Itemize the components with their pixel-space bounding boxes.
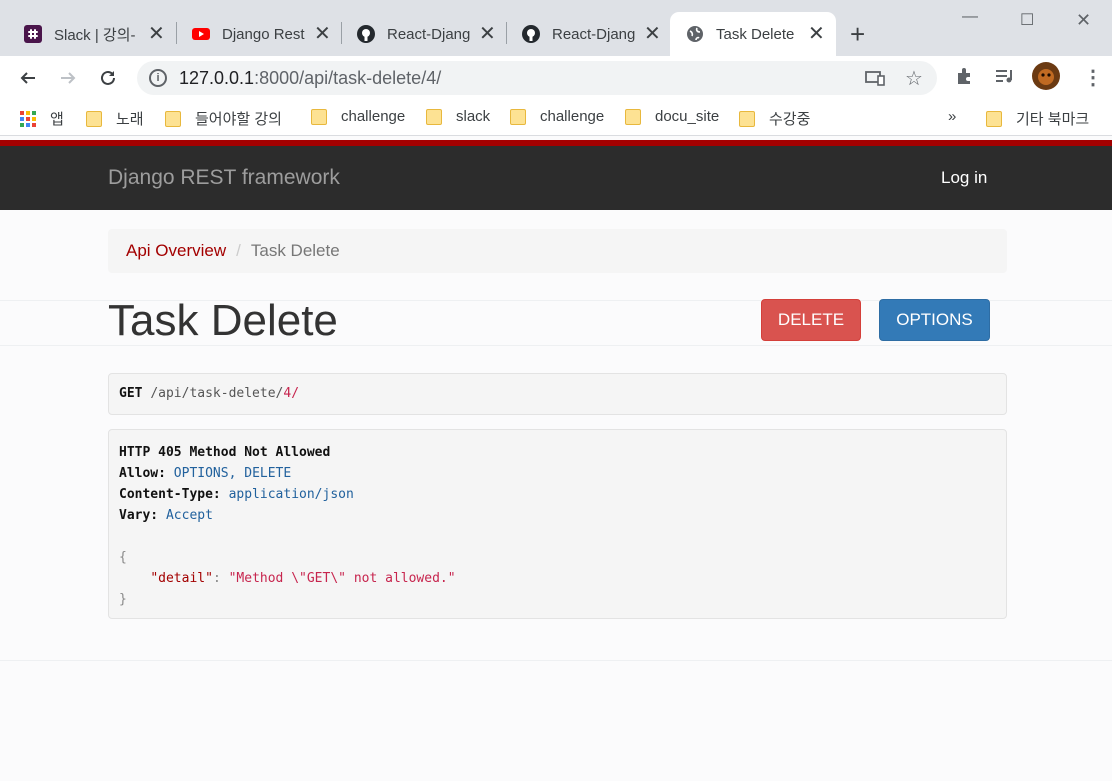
apps-grid-icon <box>20 110 36 127</box>
close-tab-icon[interactable]: ✕ <box>314 24 331 44</box>
bookmark-folder[interactable]: 노래 <box>86 108 144 129</box>
drf-navbar: Django REST framework Log in <box>0 146 1112 210</box>
bookmarks-bar: 앱 노래 들어야할 강의 challenge slack challenge d… <box>0 100 1112 136</box>
folder-icon <box>86 110 102 127</box>
browser-tab[interactable]: Slack | 강의- ✕ <box>0 12 176 56</box>
youtube-icon <box>192 25 210 43</box>
header-value: application/json <box>228 487 354 502</box>
bookmark-folder[interactable]: 들어야할 강의 <box>165 108 282 129</box>
response-info: HTTP 405 Method Not Allowed Allow: OPTIO… <box>108 429 1007 619</box>
bookmark-label: challenge <box>540 108 605 125</box>
bookmark-label: 기타 북마크 <box>1016 111 1090 128</box>
bookmark-folder[interactable]: challenge <box>510 108 604 125</box>
new-tab-icon[interactable]: + <box>850 21 865 47</box>
tab-title: Task Delete <box>716 25 795 43</box>
bookmark-folder[interactable]: slack <box>426 108 490 125</box>
extensions-icon[interactable] <box>955 66 975 91</box>
bookmarks-overflow-button[interactable]: » <box>948 108 956 125</box>
browser-tab[interactable]: Django Rest ✕ <box>168 12 342 56</box>
login-link[interactable]: Log in <box>941 168 987 188</box>
slack-icon <box>24 25 42 43</box>
header-key: Content-Type: <box>119 487 221 502</box>
github-icon <box>522 25 540 43</box>
close-tab-icon[interactable]: ✕ <box>148 24 165 44</box>
bookmark-label: challenge <box>341 108 406 125</box>
browser-tab-active[interactable]: Task Delete ✕ <box>670 12 836 56</box>
window-close-icon[interactable]: ✕ <box>1076 10 1091 31</box>
profile-avatar[interactable] <box>1032 62 1060 95</box>
browser-tab[interactable]: React-Djang ✕ <box>498 12 666 56</box>
folder-icon <box>625 108 641 125</box>
page-title: Task Delete <box>108 296 338 345</box>
reload-icon[interactable] <box>96 66 120 90</box>
address-bar[interactable]: i 127.0.0.1:8000/api/task-delete/4/ ☆ <box>137 61 937 95</box>
folder-icon <box>986 110 1002 127</box>
drf-brand[interactable]: Django REST framework <box>108 166 340 190</box>
json-key: "detail" <box>150 571 213 586</box>
tab-strip: Slack | 강의- ✕ Django Rest ✕ React-Djang … <box>0 0 1112 56</box>
json-value: "Method \"GET\" not allowed." <box>228 571 456 586</box>
breadcrumb-api-overview[interactable]: Api Overview <box>126 241 226 261</box>
url-text: 127.0.0.1:8000/api/task-delete/4/ <box>179 68 442 88</box>
bookmark-folder[interactable]: challenge <box>311 108 405 125</box>
other-bookmarks-folder[interactable]: 기타 북마크 <box>986 108 1089 129</box>
json-open-brace: { <box>119 550 127 565</box>
bookmark-folder[interactable]: 수강중 <box>739 108 810 129</box>
header-key: Allow: <box>119 466 166 481</box>
header-value: Accept <box>165 508 213 523</box>
menu-kebab-icon[interactable]: ⋮ <box>1083 65 1103 90</box>
site-info-icon[interactable]: i <box>149 69 167 87</box>
folder-icon <box>426 108 442 125</box>
folder-icon <box>739 110 755 127</box>
folder-icon <box>510 108 526 125</box>
github-icon <box>357 25 375 43</box>
json-close-brace: } <box>119 592 127 607</box>
bookmark-label: 들어야할 강의 <box>195 111 282 128</box>
header-key: Vary: <box>119 508 159 523</box>
breadcrumb: Api Overview / Task Delete <box>108 229 1007 273</box>
folder-icon <box>165 110 181 127</box>
close-tab-icon[interactable]: ✕ <box>808 24 825 44</box>
tab-title: Django Rest <box>222 25 305 43</box>
cast-icon[interactable] <box>865 69 885 92</box>
bookmark-label: 앱 <box>50 111 64 128</box>
bookmark-folder[interactable]: docu_site <box>625 108 719 125</box>
breadcrumb-divider: / <box>236 241 241 260</box>
media-queue-icon[interactable] <box>994 66 1016 91</box>
globe-icon <box>686 25 704 43</box>
close-tab-icon[interactable]: ✕ <box>479 24 496 44</box>
overflow-chevron-icon: » <box>948 108 957 125</box>
bookmark-label: 노래 <box>116 111 144 128</box>
tab-title: Slack | 강의- <box>54 26 136 44</box>
back-icon[interactable] <box>16 66 40 90</box>
close-tab-icon[interactable]: ✕ <box>644 24 661 44</box>
bookmark-label: docu_site <box>655 108 720 125</box>
delete-button[interactable]: DELETE <box>761 299 861 341</box>
request-method: GET <box>119 386 143 401</box>
browser-tab[interactable]: React-Djang ✕ <box>333 12 507 56</box>
bookmark-label: slack <box>456 108 491 125</box>
forward-icon[interactable] <box>56 66 80 90</box>
maximize-icon[interactable]: ☐ <box>1020 10 1034 30</box>
bookmark-star-icon[interactable]: ☆ <box>905 66 923 91</box>
header-value: OPTIONS, DELETE <box>173 466 292 481</box>
folder-icon <box>311 108 327 125</box>
browser-toolbar: i 127.0.0.1:8000/api/task-delete/4/ ☆ ⋮ <box>0 56 1112 100</box>
bookmark-label: 수강중 <box>769 111 811 128</box>
tab-title: React-Djang <box>387 25 471 43</box>
request-info: GET /api/task-delete/4/ <box>108 373 1007 415</box>
options-button[interactable]: OPTIONS <box>879 299 990 341</box>
response-status: HTTP 405 Method Not Allowed <box>119 445 331 460</box>
breadcrumb-current: Task Delete <box>250 241 340 260</box>
request-pk: 4/ <box>283 386 300 401</box>
bookmark-apps[interactable]: 앱 <box>20 108 64 129</box>
minimize-icon[interactable]: — <box>962 8 978 26</box>
tab-title: React-Djang <box>552 25 636 43</box>
request-path: /api/task-delete/ <box>150 386 284 401</box>
json-colon: : <box>212 571 221 586</box>
